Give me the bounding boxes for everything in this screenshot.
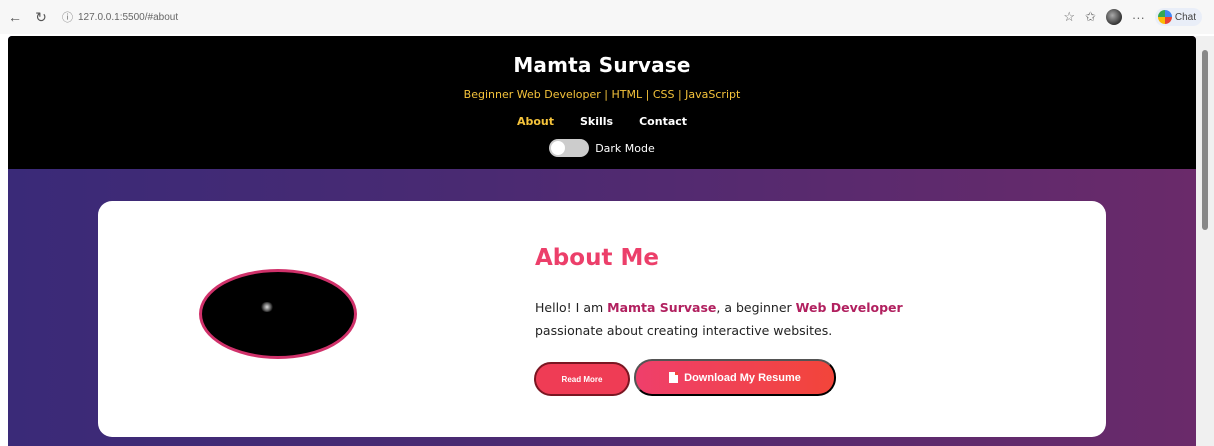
site-header: Mamta Survase Beginner Web Developer | H… (8, 36, 1196, 169)
copilot-icon (1157, 10, 1172, 24)
about-text-part-3: passionate about creating interactive we… (535, 323, 833, 338)
read-more-button[interactable]: Read More (534, 362, 630, 396)
download-resume-button[interactable]: Download My Resume (634, 359, 836, 396)
back-icon[interactable]: ← (4, 6, 26, 28)
about-heading: About Me (535, 245, 659, 271)
dark-mode-label: Dark Mode (595, 141, 655, 155)
url-text: 127.0.0.1:5500/#about (78, 11, 179, 23)
scrollbar-thumb[interactable] (1202, 50, 1208, 230)
profile-image-highlight (260, 302, 274, 312)
about-paragraph: Hello! I am Mamta Survase, a beginner We… (535, 296, 955, 342)
about-text-part-2: , a beginner (716, 300, 796, 315)
site-tagline: Beginner Web Developer | HTML | CSS | Ja… (463, 88, 741, 101)
browser-toolbar: ← ↻ ⓘ 127.0.0.1:5500/#about ☆ ✩ ··· Chat (0, 0, 1214, 34)
nav-link-about[interactable]: About (517, 115, 554, 128)
browser-actions: ☆ ✩ ··· Chat (1063, 8, 1202, 26)
favorite-star-icon[interactable]: ☆ (1063, 9, 1075, 25)
page-viewport: Mamta Survase Beginner Web Developer | H… (8, 36, 1196, 446)
chat-button[interactable]: Chat (1154, 8, 1202, 26)
about-name: Mamta Survase (607, 300, 717, 315)
site-title: Mamta Survase (513, 53, 691, 77)
about-text-part-1: Hello! I am (535, 300, 608, 315)
profile-avatar[interactable] (1105, 9, 1122, 25)
download-resume-label: Download My Resume (684, 371, 801, 384)
toggle-knob (551, 141, 566, 155)
favorites-icon[interactable]: ✩ (1085, 9, 1096, 25)
page-scrollbar[interactable] (1196, 36, 1214, 446)
dark-mode-toggle[interactable] (549, 139, 590, 157)
dark-mode-row: Dark Mode (8, 139, 1196, 157)
site-info-icon[interactable]: ⓘ (62, 9, 73, 25)
nav-link-contact[interactable]: Contact (639, 115, 687, 128)
reload-icon[interactable]: ↻ (30, 6, 52, 28)
about-role: Web Developer (795, 300, 903, 315)
more-options-icon[interactable]: ··· (1132, 10, 1145, 25)
document-icon (669, 372, 679, 383)
profile-picture (199, 269, 357, 359)
site-nav: About Skills Contact (8, 115, 1196, 128)
chat-label: Chat (1174, 11, 1196, 23)
nav-link-skills[interactable]: Skills (580, 115, 613, 128)
about-card: About Me Hello! I am Mamta Survase, a be… (98, 201, 1106, 437)
address-bar[interactable]: ⓘ 127.0.0.1:5500/#about (62, 9, 178, 25)
